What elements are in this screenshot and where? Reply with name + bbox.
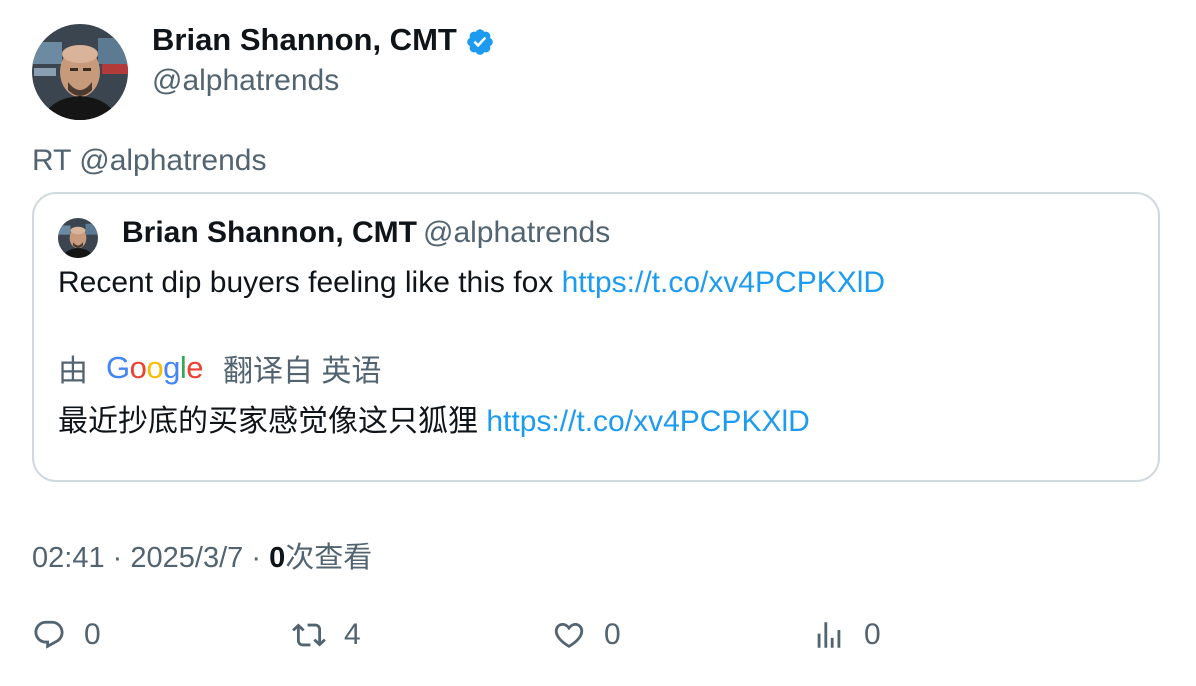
translated-tweet-link[interactable]: https://t.co/xv4PCPKXlD [486, 405, 809, 438]
views-count: 0 [269, 542, 286, 574]
like-button[interactable]: 0 [552, 618, 621, 652]
translation-prefix: 由 [58, 355, 88, 388]
quoted-tweet-body: Recent dip buyers feeling like this fox [58, 266, 562, 299]
verified-badge-icon [465, 27, 495, 57]
heart-icon [554, 622, 584, 648]
reply-button[interactable]: 0 [32, 618, 101, 652]
translated-tweet-text: 最近抄底的买家感觉像这只狐狸 https://t.co/xv4PCPKXlD [58, 396, 810, 440]
quoted-tweet-link[interactable]: https://t.co/xv4PCPKXlD [562, 266, 885, 299]
retweet-text: RT @alphatrends [32, 144, 267, 177]
author-name[interactable]: Brian Shannon, CMT [152, 22, 495, 58]
quoted-tweet-card[interactable]: Brian Shannon, CMT @alphatrends Recent di… [32, 192, 1160, 482]
tweet-meta: 02:41 · 2025/3/7 · 0次查看 [32, 534, 372, 576]
quoted-tweet-text: Recent dip buyers feeling like this fox … [58, 266, 885, 300]
author-name-text[interactable]: Brian Shannon, CMT [152, 22, 457, 58]
tweet-date[interactable]: 2025/3/7 [130, 542, 243, 574]
author-avatar[interactable] [32, 24, 128, 120]
reply-icon [34, 620, 64, 649]
reply-count: 0 [84, 618, 101, 651]
quoted-author-avatar [58, 218, 98, 258]
views-label: 次查看 [285, 542, 373, 574]
tweet-time[interactable]: 02:41 [32, 542, 105, 574]
author-handle[interactable]: @alphatrends [152, 64, 339, 98]
views-action-count: 0 [864, 618, 881, 651]
translated-tweet-body: 最近抄底的买家感觉像这只狐狸 [58, 405, 487, 438]
google-logo: Google [106, 350, 204, 385]
quoted-tweet-header: Brian Shannon, CMT @alphatrends [122, 216, 610, 250]
retweet-icon [292, 623, 326, 647]
avatar-photo [58, 218, 98, 258]
meta-separator: · [112, 542, 123, 574]
avatar-photo [32, 24, 128, 120]
tweet-actions: 0 4 0 0 [32, 618, 1160, 666]
analytics-icon [817, 622, 841, 648]
retweet-count: 4 [344, 618, 361, 651]
retweet-button[interactable]: 4 [292, 618, 361, 652]
quoted-author-handle: @alphatrends [423, 216, 611, 249]
quoted-author-name: Brian Shannon, CMT [122, 216, 417, 249]
like-count: 0 [604, 618, 621, 651]
translation-attribution: 由 Google 翻译自 英语 [58, 346, 381, 390]
views-button[interactable]: 0 [812, 618, 881, 652]
meta-separator: · [251, 542, 261, 574]
translation-suffix: 翻译自 英语 [223, 355, 382, 388]
